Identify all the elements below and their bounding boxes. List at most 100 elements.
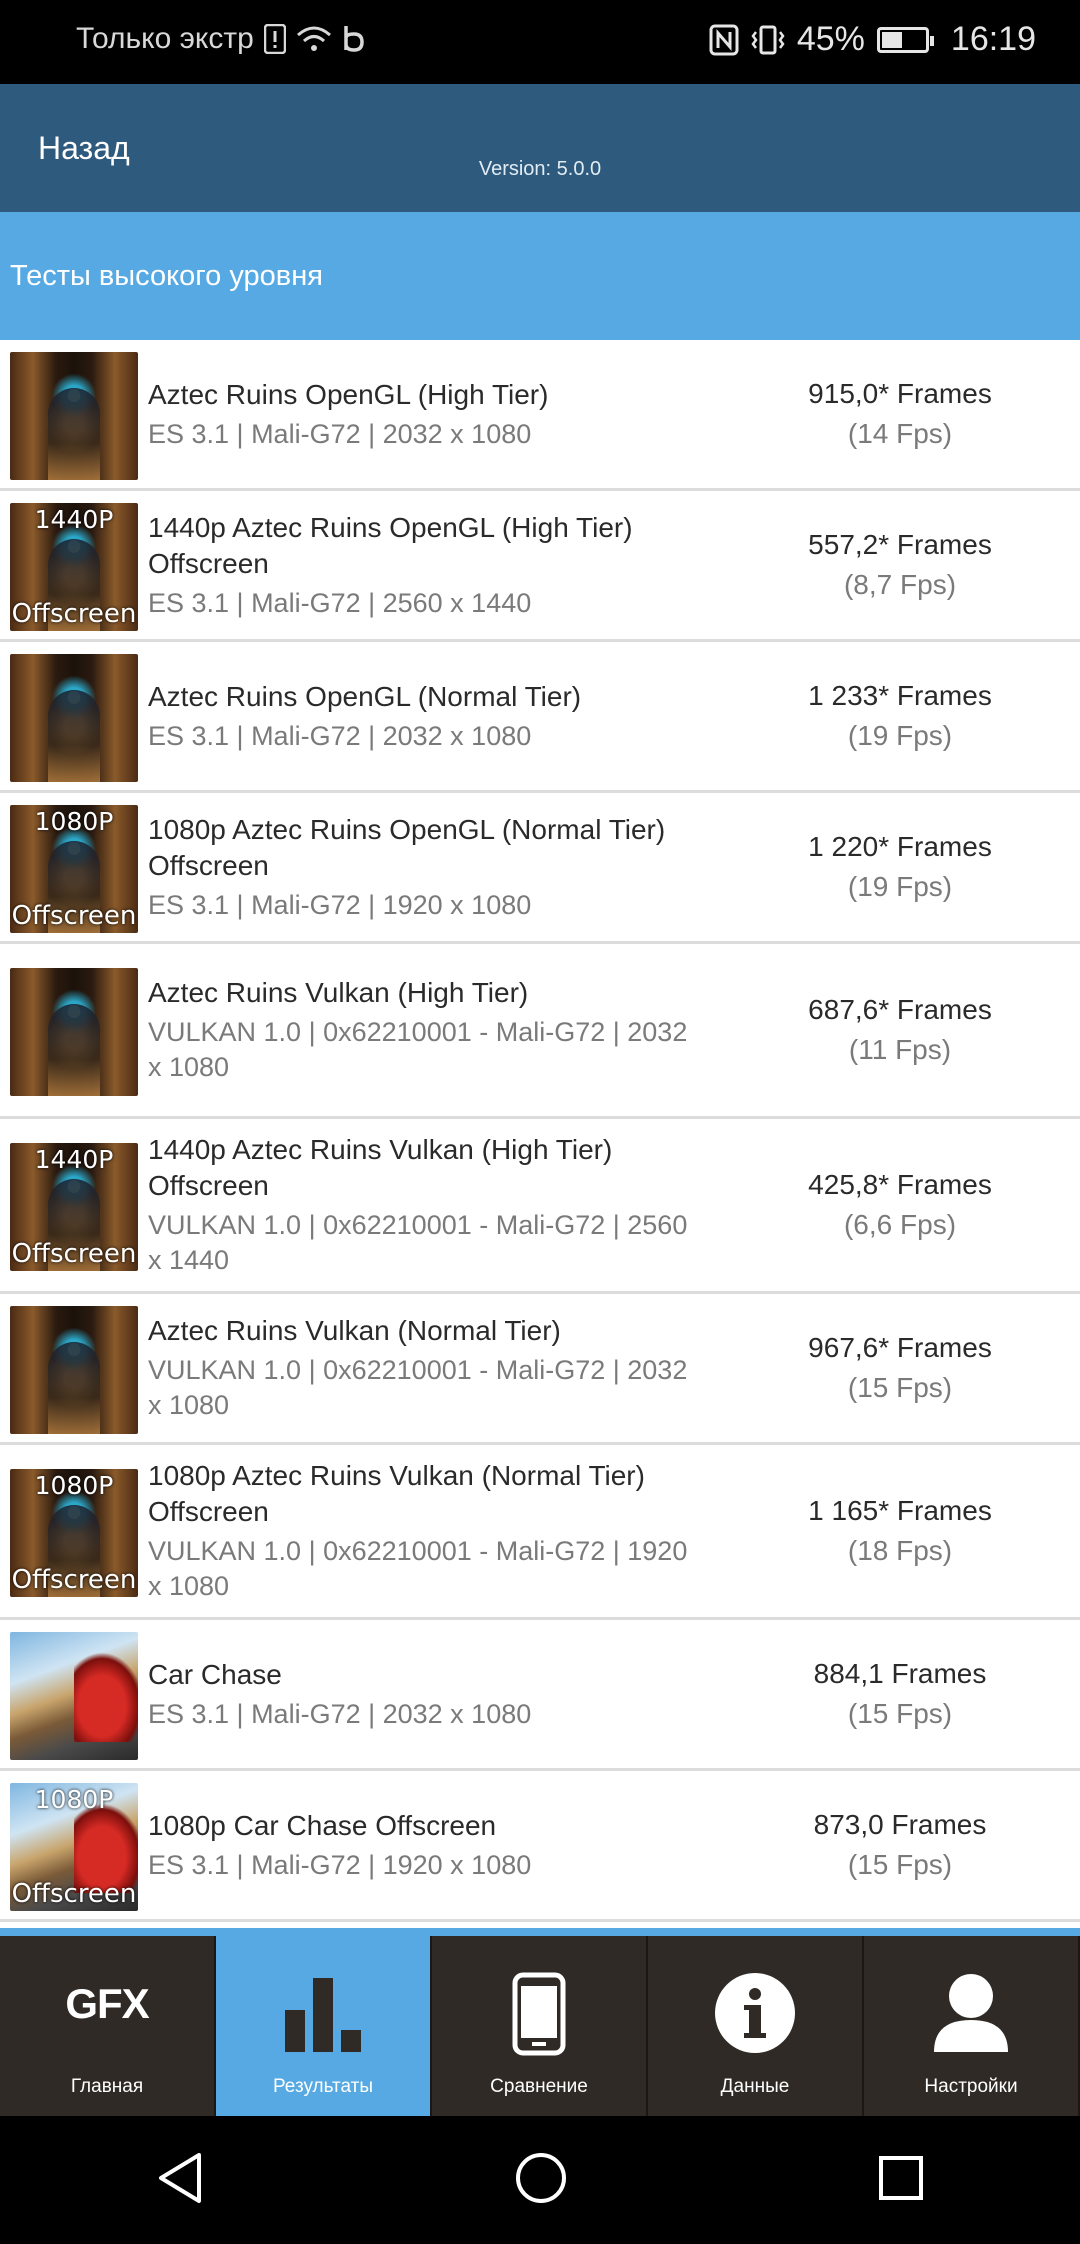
test-details: VULKAN 1.0 | 0x62210001 - Mali-G72 | 203… bbox=[148, 1017, 688, 1082]
result-row[interactable]: Aztec Ruins OpenGL (Normal Tier) ES 3.1 |… bbox=[0, 642, 1080, 793]
test-score: 1 220* Frames (19 Fps) bbox=[720, 827, 1080, 907]
clock: 16:19 bbox=[950, 20, 1036, 58]
nav-compare[interactable]: Сравнение bbox=[432, 1936, 648, 2116]
score-fps: (19 Fps) bbox=[847, 871, 953, 902]
score-frames: 967,6* Frames bbox=[808, 1332, 992, 1363]
score-fps: (19 Fps) bbox=[847, 720, 953, 751]
wifi-icon bbox=[296, 25, 332, 53]
test-info: 1080p Car Chase Offscreen ES 3.1 | Mali-G… bbox=[148, 1808, 708, 1883]
nfc-icon bbox=[709, 24, 739, 56]
test-score: 557,2* Frames (8,7 Fps) bbox=[720, 525, 1080, 605]
test-title: Aztec Ruins Vulkan (Normal Tier) bbox=[148, 1315, 561, 1346]
nav-home[interactable]: GFX Главная bbox=[0, 1936, 216, 2116]
test-title: 1080p Aztec Ruins Vulkan (Normal Tier) O… bbox=[148, 1460, 645, 1527]
test-thumbnail bbox=[10, 654, 138, 782]
battery-percent: 45% bbox=[796, 20, 865, 58]
test-thumbnail: 1080P Offscreen bbox=[10, 1783, 138, 1911]
battery-icon bbox=[876, 26, 934, 53]
score-fps: (15 Fps) bbox=[847, 1698, 953, 1729]
score-frames: 1 233* Frames bbox=[808, 680, 992, 711]
sim-alert-icon bbox=[263, 24, 286, 54]
score-fps: (14 Fps) bbox=[847, 418, 953, 449]
score-fps: (15 Fps) bbox=[847, 1372, 953, 1403]
test-details: VULKAN 1.0 | 0x62210001 - Mali-G72 | 256… bbox=[148, 1210, 688, 1275]
result-row[interactable]: 1080P Offscreen 1080p Aztec Ruins OpenGL (… bbox=[0, 793, 1080, 944]
test-title: Aztec Ruins OpenGL (Normal Tier) bbox=[148, 681, 582, 712]
nav-results[interactable]: Результаты bbox=[216, 1936, 432, 2116]
test-thumbnail: 1080P Offscreen bbox=[10, 805, 138, 933]
nav-label: Данные bbox=[720, 2076, 790, 2097]
test-info: 1080p Aztec Ruins Vulkan (Normal Tier) O… bbox=[148, 1458, 708, 1604]
test-thumbnail bbox=[10, 968, 138, 1096]
nav-label: Настройки bbox=[924, 2076, 1018, 2097]
score-frames: 557,2* Frames bbox=[808, 529, 992, 560]
nav-info[interactable]: Данные bbox=[648, 1936, 864, 2116]
test-score: 884,1 Frames (15 Fps) bbox=[720, 1654, 1080, 1734]
vibrate-icon bbox=[751, 24, 785, 56]
score-fps: (15 Fps) bbox=[847, 1849, 953, 1880]
score-fps: (18 Fps) bbox=[847, 1535, 953, 1566]
thumb-offscreen-label: Offscreen bbox=[11, 901, 137, 931]
score-frames: 687,6* Frames bbox=[808, 994, 992, 1025]
results-list[interactable]: Aztec Ruins OpenGL (High Tier) ES 3.1 | M… bbox=[0, 340, 1080, 1928]
test-info: Aztec Ruins Vulkan (High Tier) VULKAN 1.0… bbox=[148, 975, 708, 1085]
test-score: 967,6* Frames (15 Fps) bbox=[720, 1328, 1080, 1408]
result-row[interactable]: 1440P Offscreen 1440p Aztec Ruins Vulkan (… bbox=[0, 1119, 1080, 1294]
test-title: 1440p Aztec Ruins OpenGL (High Tier) Off… bbox=[148, 512, 633, 579]
test-details: ES 3.1 | Mali-G72 | 1920 x 1080 bbox=[148, 890, 532, 920]
test-title: Car Chase bbox=[148, 1659, 282, 1690]
result-row[interactable]: Aztec Ruins Vulkan (Normal Tier) VULKAN 1… bbox=[0, 1294, 1080, 1445]
test-score: 1 165* Frames (18 Fps) bbox=[720, 1491, 1080, 1571]
score-fps: (8,7 Fps) bbox=[843, 569, 957, 600]
test-title: 1440p Aztec Ruins Vulkan (High Tier) Off… bbox=[148, 1134, 613, 1201]
thumb-offscreen-label: Offscreen bbox=[11, 1239, 137, 1269]
score-frames: 1 165* Frames bbox=[808, 1495, 992, 1526]
score-frames: 915,0* Frames bbox=[808, 378, 992, 409]
test-details: VULKAN 1.0 | 0x62210001 - Mali-G72 | 203… bbox=[148, 1355, 688, 1420]
nav-label: Главная bbox=[70, 2076, 144, 2097]
test-info: 1440p Aztec Ruins OpenGL (High Tier) Off… bbox=[148, 510, 708, 621]
result-row[interactable]: Car Chase ES 3.1 | Mali-G72 | 2032 x 1080… bbox=[0, 1620, 1080, 1771]
test-score: 425,8* Frames (6,6 Fps) bbox=[720, 1165, 1080, 1245]
thumb-offscreen-label: Offscreen bbox=[11, 1565, 137, 1595]
thumb-resolution-label: 1080P bbox=[34, 1785, 114, 1814]
thumb-resolution-label: 1080P bbox=[34, 1471, 114, 1500]
score-fps: (11 Fps) bbox=[848, 1034, 952, 1065]
test-info: Aztec Ruins OpenGL (Normal Tier) ES 3.1 |… bbox=[148, 679, 708, 754]
test-thumbnail: 1440P Offscreen bbox=[10, 1143, 138, 1271]
back-icon[interactable] bbox=[155, 2151, 205, 2210]
test-thumbnail: 1440P Offscreen bbox=[10, 503, 138, 631]
test-details: ES 3.1 | Mali-G72 | 2560 x 1440 bbox=[148, 588, 532, 618]
thumb-resolution-label: 1440P bbox=[34, 1145, 114, 1174]
info-icon bbox=[714, 1972, 796, 2059]
test-score: 1 233* Frames (19 Fps) bbox=[720, 676, 1080, 756]
recents-icon[interactable] bbox=[877, 2154, 925, 2207]
home-icon[interactable] bbox=[514, 2151, 568, 2210]
test-details: VULKAN 1.0 | 0x62210001 - Mali-G72 | 192… bbox=[148, 1536, 688, 1601]
test-details: ES 3.1 | Mali-G72 | 2032 x 1080 bbox=[148, 1699, 532, 1729]
thumb-offscreen-label: Offscreen bbox=[11, 1879, 137, 1909]
result-row[interactable]: 1080P Offscreen 1080p Car Chase Offscreen E… bbox=[0, 1771, 1080, 1922]
test-score: 687,6* Frames (11 Fps) bbox=[720, 990, 1080, 1070]
test-title: 1080p Car Chase Offscreen bbox=[148, 1810, 497, 1841]
test-info: Aztec Ruins Vulkan (Normal Tier) VULKAN 1… bbox=[148, 1313, 708, 1423]
result-row[interactable]: Aztec Ruins OpenGL (High Tier) ES 3.1 | M… bbox=[0, 340, 1080, 491]
test-thumbnail: 1080P Offscreen bbox=[10, 1469, 138, 1597]
test-info: 1440p Aztec Ruins Vulkan (High Tier) Off… bbox=[148, 1132, 708, 1278]
result-row[interactable]: Aztec Ruins Vulkan (High Tier) VULKAN 1.0… bbox=[0, 944, 1080, 1119]
system-nav-bar bbox=[0, 2116, 1080, 2244]
bar-chart-icon bbox=[281, 1972, 365, 2057]
test-info: Car Chase ES 3.1 | Mali-G72 | 2032 x 1080 bbox=[148, 1657, 708, 1732]
test-details: ES 3.1 | Mali-G72 | 2032 x 1080 bbox=[148, 721, 532, 751]
result-row[interactable]: 1440P Offscreen 1440p Aztec Ruins OpenGL (… bbox=[0, 491, 1080, 642]
result-row[interactable]: 1080P Offscreen 1080p Aztec Ruins Vulkan (… bbox=[0, 1445, 1080, 1620]
carrier-text: Только экстр bbox=[76, 22, 254, 55]
nav-settings[interactable]: Настройки bbox=[864, 1936, 1080, 2116]
score-frames: 873,0 Frames bbox=[813, 1809, 987, 1840]
status-bar: Только экстр 45% 16:19 bbox=[0, 0, 1080, 84]
test-title: 1080p Aztec Ruins OpenGL (Normal Tier) O… bbox=[148, 814, 666, 881]
test-title: Aztec Ruins Vulkan (High Tier) bbox=[148, 977, 529, 1008]
thumb-resolution-label: 1440P bbox=[34, 505, 114, 534]
test-info: 1080p Aztec Ruins OpenGL (Normal Tier) O… bbox=[148, 812, 708, 923]
score-frames: 425,8* Frames bbox=[808, 1169, 992, 1200]
